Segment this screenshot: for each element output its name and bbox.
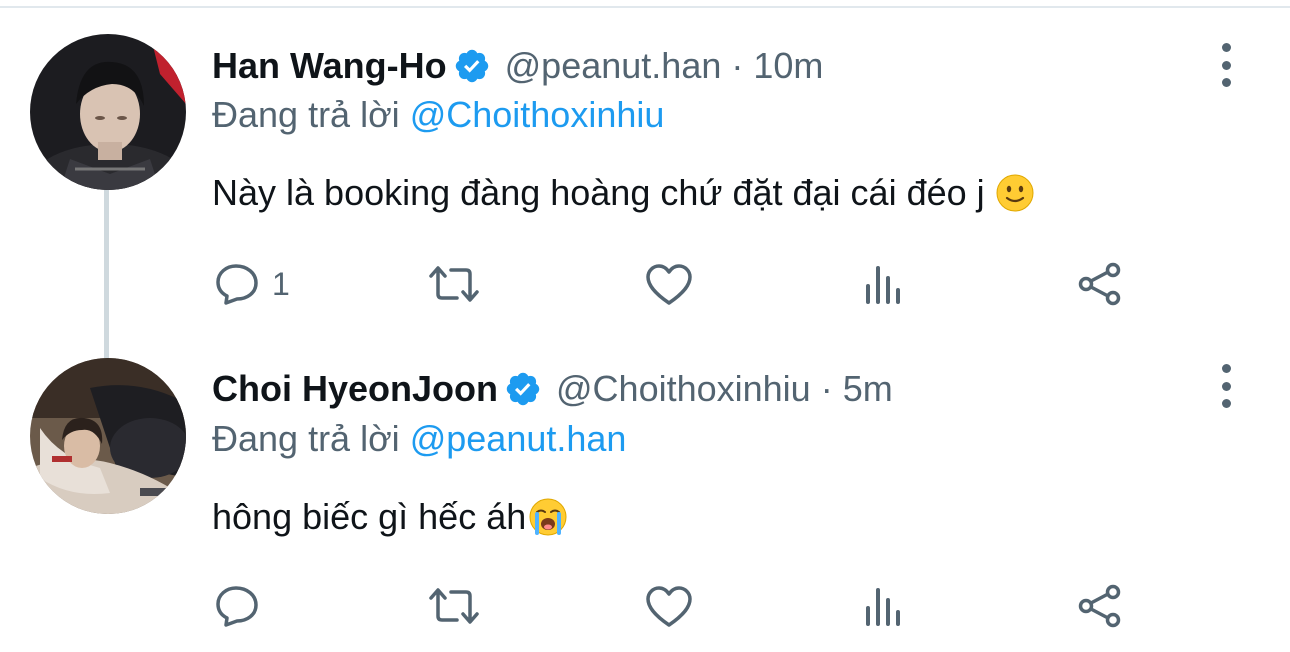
tweet-text: hông biếc gì hếc áh [212, 492, 568, 542]
retweet-button[interactable] [427, 586, 481, 626]
tweet-header: Choi HyeonJoon @Choithoxinhiu · 5m [212, 364, 893, 414]
separator-dot: · [820, 368, 833, 409]
reply-icon [216, 586, 258, 627]
replying-to-label: Đang trả lời [212, 418, 400, 459]
like-button[interactable] [645, 585, 693, 629]
retweet-icon [429, 588, 479, 624]
loudly-crying-face-icon [528, 497, 568, 537]
timestamp[interactable]: 5m [843, 368, 893, 410]
avatar[interactable] [30, 358, 186, 514]
avatar-photo [30, 358, 186, 514]
tweet-2[interactable]: Choi HyeonJoon @Choithoxinhiu · 5m Đang … [0, 0, 1290, 652]
views-icon [866, 588, 900, 626]
share-icon [1078, 584, 1121, 628]
verified-badge-icon [504, 370, 542, 408]
reply-button[interactable] [214, 584, 272, 628]
user-handle[interactable]: @Choithoxinhiu [556, 368, 811, 410]
reply-mention-link[interactable]: @peanut.han [410, 418, 627, 459]
views-button[interactable] [864, 586, 904, 626]
replying-to: Đang trả lời @peanut.han [212, 418, 626, 460]
share-button[interactable] [1077, 584, 1123, 628]
like-icon [646, 586, 692, 627]
tweet-text-content: hông biếc gì hếc áh [212, 496, 527, 537]
more-icon[interactable] [1212, 364, 1240, 408]
display-name[interactable]: Choi HyeonJoon [212, 368, 498, 410]
